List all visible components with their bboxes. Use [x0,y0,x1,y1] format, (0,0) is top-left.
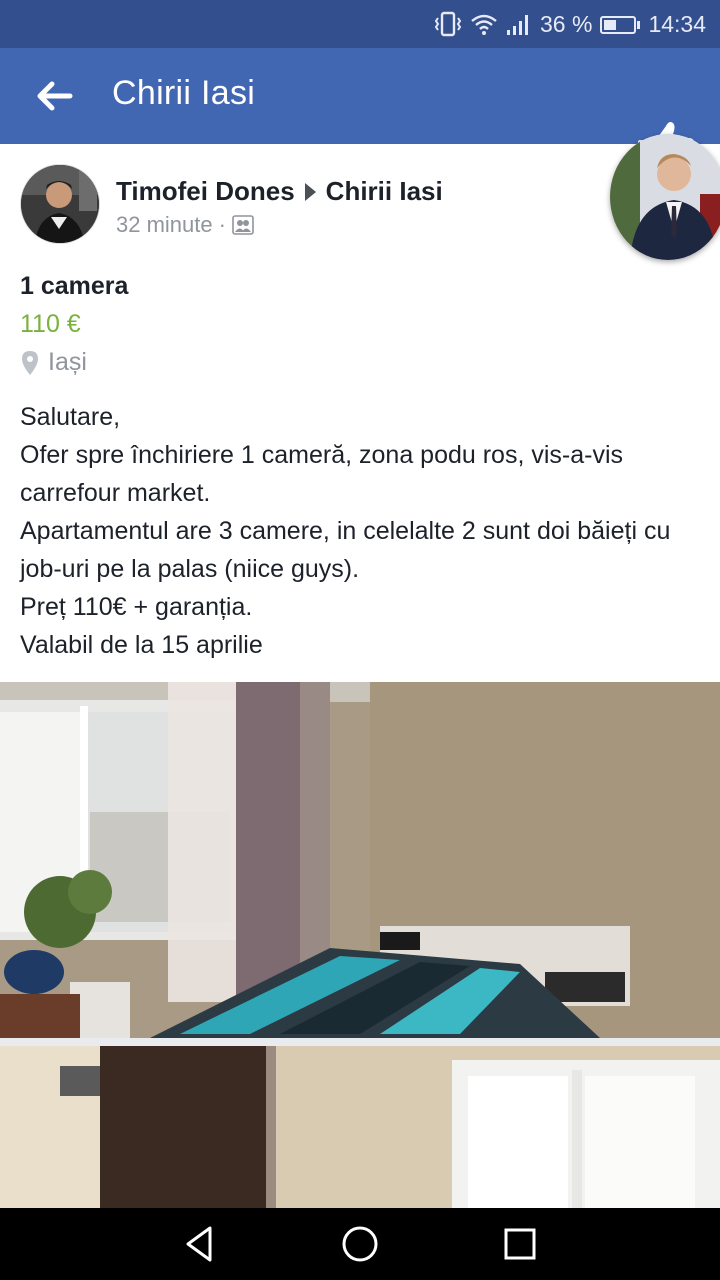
vibrate-icon [434,11,462,37]
battery-fill [604,20,616,31]
app-bar: Chirii Iasi [0,48,720,168]
listing-title: 1 camera [20,272,129,300]
signal-icon [507,15,528,35]
triangle-back-icon[interactable] [178,1222,222,1266]
author-photo [21,165,99,243]
listing-price: 110 € [20,310,81,338]
wifi-icon [471,14,497,35]
circle-home-icon[interactable] [338,1222,382,1266]
post-card: Timofei Dones Chirii Iasi 32 minute · 1 … [0,134,720,682]
floating-profile-avatar[interactable] [610,134,720,260]
author-avatar[interactable] [20,164,100,244]
battery-percent: 36 % [540,10,593,37]
arrow-right-icon [304,182,316,201]
location-text: Iași [48,348,87,376]
body-line: Preț 110€ + garanția. [20,593,253,621]
post-timestamp[interactable]: 32 minute [116,212,213,238]
location-pin-icon [22,350,38,375]
post-meta: 32 minute · [116,212,254,238]
back-arrow-icon[interactable] [30,74,80,118]
battery-icon [600,11,641,38]
profile-photo [610,134,720,260]
post-photo[interactable] [0,1046,720,1208]
system-nav-bar [0,1208,720,1280]
photo-divider [0,1038,720,1046]
listing-location: Iași [22,348,87,377]
author-name[interactable]: Timofei Dones [116,176,295,207]
body-line: Ofer spre închiriere 1 cameră, zona podu… [20,441,624,507]
body-line: Salutare, [20,403,121,431]
post-body: Salutare, Ofer spre închiriere 1 cameră,… [20,398,710,664]
status-bar: 36 % 14:34 [0,0,720,48]
square-recents-icon[interactable] [498,1222,542,1266]
clock: 14:34 [648,10,706,37]
body-line: Valabil de la 15 aprilie [20,631,263,659]
page-title: Chirii Iasi [112,74,256,112]
room-photo-wardrobe [0,1046,720,1208]
post-photo[interactable] [0,682,720,1038]
status-icons: 36 % 14:34 [434,0,706,48]
room-photo-bedroom [0,682,720,1038]
body-line: Apartamentul are 3 camere, in celelalte … [20,517,671,583]
group-icon [232,215,254,235]
group-name[interactable]: Chirii Iasi [326,176,443,207]
meta-separator: · [218,212,226,237]
post-header: Timofei Dones Chirii Iasi [116,176,443,207]
